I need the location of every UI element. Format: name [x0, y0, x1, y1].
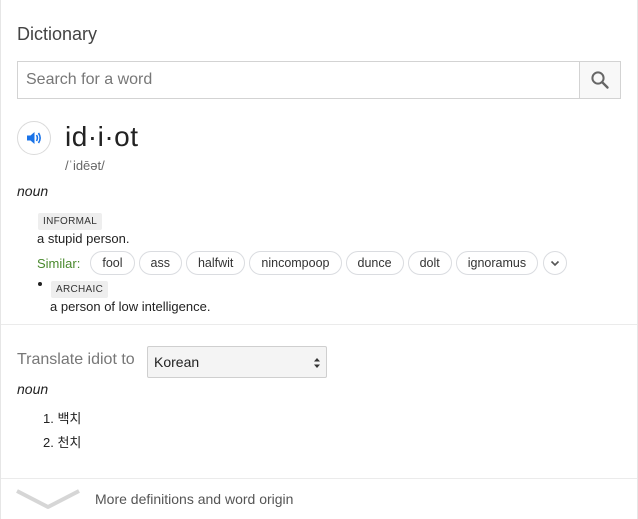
headword: id·i·ot — [65, 121, 139, 152]
definition-text: a person of low intelligence. — [50, 299, 211, 314]
dictionary-card: Dictionary id·i·ot /ˈidēət/ noun INFORMA… — [0, 0, 638, 519]
search-button[interactable] — [579, 62, 620, 98]
similar-words-row: Similar: fool ass halfwit nincompoop dun… — [37, 251, 568, 275]
definition-text: a stupid person. — [37, 231, 130, 246]
expand-button[interactable] — [15, 488, 81, 510]
translation-item: 1. 백치 — [43, 411, 82, 426]
synonym-chip[interactable]: nincompoop — [249, 251, 342, 275]
language-select[interactable]: Korean — [147, 346, 327, 378]
search-input[interactable] — [18, 62, 579, 98]
translation-item: 2. 천치 — [43, 435, 82, 450]
similar-label: Similar: — [37, 255, 81, 271]
language-select-value: Korean — [154, 354, 200, 370]
synonym-chip[interactable]: dolt — [407, 251, 452, 275]
synonym-chip[interactable]: ignoramus — [455, 251, 539, 275]
usage-label-badge: ARCHAIC — [51, 281, 109, 298]
chevron-down-icon — [551, 260, 560, 267]
chevron-down-icon — [16, 489, 80, 509]
synonym-chip[interactable]: halfwit — [185, 251, 246, 275]
search-box — [17, 61, 621, 99]
search-icon — [591, 71, 609, 89]
synonym-chip[interactable]: ass — [138, 251, 182, 275]
pronunciation-button[interactable] — [17, 121, 51, 155]
section-divider — [1, 324, 637, 325]
usage-label-badge: INFORMAL — [38, 213, 103, 230]
list-bullet — [38, 282, 42, 286]
speaker-icon — [27, 132, 41, 144]
panel-title: Dictionary — [17, 24, 98, 44]
section-divider — [1, 478, 637, 479]
more-definitions-link[interactable]: More definitions and word origin — [95, 491, 293, 507]
synonym-chip[interactable]: fool — [90, 251, 135, 275]
phonetic: /ˈidēət/ — [65, 158, 105, 173]
synonym-chip[interactable]: dunce — [345, 251, 404, 275]
select-arrows-icon — [314, 358, 320, 368]
translate-label: Translate idiot to — [17, 351, 135, 368]
translation-part-of-speech: noun — [17, 381, 49, 397]
part-of-speech: noun — [17, 183, 49, 199]
more-synonyms-button[interactable] — [543, 251, 568, 275]
